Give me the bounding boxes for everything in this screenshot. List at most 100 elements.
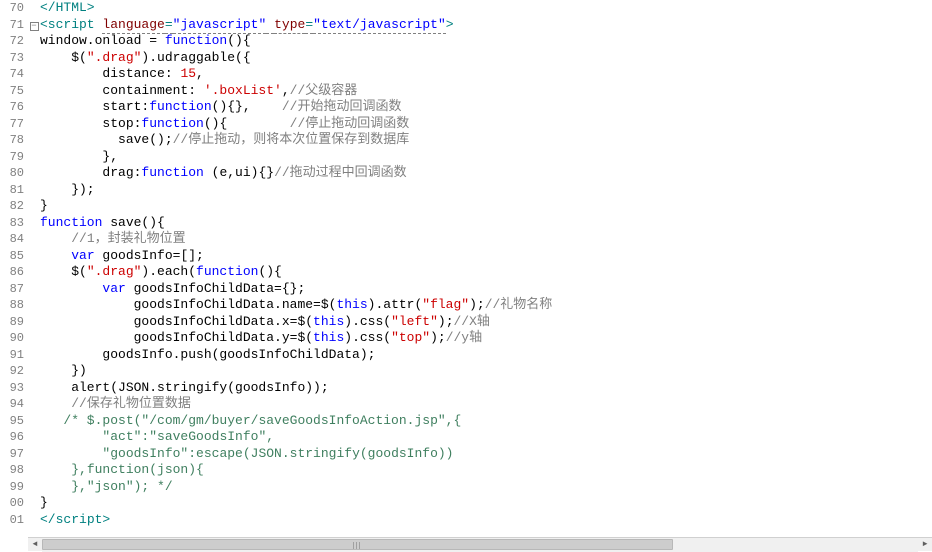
code-line[interactable]: $(".drag").each(function(){ — [40, 264, 932, 281]
code-line[interactable]: goodsInfoChildData.x=$(this).css("left")… — [40, 314, 932, 331]
horizontal-scrollbar[interactable]: ◄ ► — [28, 537, 932, 551]
line-number: 95 — [0, 413, 24, 430]
fold-cell — [28, 231, 40, 248]
code-line[interactable]: },"json"); */ — [40, 479, 932, 496]
fold-cell — [28, 314, 40, 331]
fold-column[interactable]: − — [28, 0, 40, 537]
fold-cell — [28, 99, 40, 116]
line-number: 90 — [0, 330, 24, 347]
line-number: 79 — [0, 149, 24, 166]
line-number: 81 — [0, 182, 24, 199]
scroll-right-arrow[interactable]: ► — [918, 538, 932, 552]
line-number: 97 — [0, 446, 24, 463]
fold-cell — [28, 165, 40, 182]
code-line[interactable]: </script> — [40, 512, 932, 529]
line-number: 70 — [0, 0, 24, 17]
code-line[interactable]: function save(){ — [40, 215, 932, 232]
fold-cell — [28, 83, 40, 100]
line-number: 88 — [0, 297, 24, 314]
fold-cell — [28, 512, 40, 529]
line-number: 94 — [0, 396, 24, 413]
line-number: 77 — [0, 116, 24, 133]
code-line[interactable]: var goodsInfo=[]; — [40, 248, 932, 265]
code-line[interactable]: //1，封装礼物位置 — [40, 231, 932, 248]
fold-cell — [28, 0, 40, 17]
fold-cell — [28, 479, 40, 496]
code-line[interactable]: distance: 15, — [40, 66, 932, 83]
scrollbar-track[interactable] — [42, 538, 918, 552]
fold-cell — [28, 66, 40, 83]
fold-cell — [28, 347, 40, 364]
code-line[interactable]: $(".drag").udraggable({ — [40, 50, 932, 67]
fold-cell — [28, 446, 40, 463]
line-number: 98 — [0, 462, 24, 479]
code-line[interactable]: </HTML> — [40, 0, 932, 17]
fold-cell — [28, 429, 40, 446]
line-number: 93 — [0, 380, 24, 397]
fold-minus-icon[interactable]: − — [30, 22, 39, 31]
line-number: 00 — [0, 495, 24, 512]
line-number: 73 — [0, 50, 24, 67]
line-number: 92 — [0, 363, 24, 380]
line-number: 82 — [0, 198, 24, 215]
line-number-gutter: 7071727374757677787980818283848586878889… — [0, 0, 28, 537]
fold-cell — [28, 495, 40, 512]
code-line[interactable]: goodsInfoChildData.name=$(this).attr("fl… — [40, 297, 932, 314]
line-number: 76 — [0, 99, 24, 116]
code-line[interactable]: } — [40, 198, 932, 215]
line-number: 71 — [0, 17, 24, 34]
code-line[interactable]: //保存礼物位置数据 — [40, 396, 932, 413]
fold-cell — [28, 198, 40, 215]
scroll-left-arrow[interactable]: ◄ — [28, 538, 42, 552]
line-number: 99 — [0, 479, 24, 496]
line-number: 01 — [0, 512, 24, 529]
fold-cell — [28, 330, 40, 347]
code-editor[interactable]: 7071727374757677787980818283848586878889… — [0, 0, 932, 537]
code-line[interactable]: var goodsInfoChildData={}; — [40, 281, 932, 298]
code-line[interactable]: goodsInfo.push(goodsInfoChildData); — [40, 347, 932, 364]
line-number: 86 — [0, 264, 24, 281]
fold-cell — [28, 396, 40, 413]
fold-cell — [28, 248, 40, 265]
line-number: 85 — [0, 248, 24, 265]
code-line[interactable]: /* $.post("/com/gm/buyer/saveGoodsInfoAc… — [40, 413, 932, 430]
code-line[interactable]: "goodsInfo":escape(JSON.stringify(goodsI… — [40, 446, 932, 463]
code-line[interactable]: start:function(){}, //开始拖动回调函数 — [40, 99, 932, 116]
fold-cell — [28, 182, 40, 199]
code-line[interactable]: stop:function(){ //停止拖动回调函数 — [40, 116, 932, 133]
code-line[interactable]: drag:function (e,ui){}//拖动过程中回调函数 — [40, 165, 932, 182]
code-line[interactable]: }); — [40, 182, 932, 199]
fold-cell — [28, 264, 40, 281]
code-line[interactable]: goodsInfoChildData.y=$(this).css("top");… — [40, 330, 932, 347]
fold-cell — [28, 149, 40, 166]
fold-cell — [28, 363, 40, 380]
code-line[interactable]: }) — [40, 363, 932, 380]
fold-cell — [28, 297, 40, 314]
fold-cell[interactable]: − — [28, 17, 40, 34]
line-number: 84 — [0, 231, 24, 248]
line-number: 83 — [0, 215, 24, 232]
code-line[interactable]: save();//停止拖动，则将本次位置保存到数据库 — [40, 132, 932, 149]
code-line[interactable]: <script language="javascript" type="text… — [40, 17, 932, 34]
code-line[interactable]: } — [40, 495, 932, 512]
code-line[interactable]: window.onload = function(){ — [40, 33, 932, 50]
code-line[interactable]: containment: '.boxList',//父级容器 — [40, 83, 932, 100]
code-line[interactable]: }, — [40, 149, 932, 166]
code-line[interactable]: },function(json){ — [40, 462, 932, 479]
line-number: 78 — [0, 132, 24, 149]
code-line[interactable]: "act":"saveGoodsInfo", — [40, 429, 932, 446]
fold-cell — [28, 462, 40, 479]
fold-cell — [28, 380, 40, 397]
line-number: 80 — [0, 165, 24, 182]
fold-cell — [28, 132, 40, 149]
line-number: 91 — [0, 347, 24, 364]
fold-cell — [28, 413, 40, 430]
scrollbar-thumb[interactable] — [42, 539, 673, 550]
line-number: 87 — [0, 281, 24, 298]
fold-cell — [28, 215, 40, 232]
code-content[interactable]: </HTML><script language="javascript" typ… — [40, 0, 932, 537]
fold-cell — [28, 116, 40, 133]
fold-cell — [28, 281, 40, 298]
fold-cell — [28, 33, 40, 50]
code-line[interactable]: alert(JSON.stringify(goodsInfo)); — [40, 380, 932, 397]
